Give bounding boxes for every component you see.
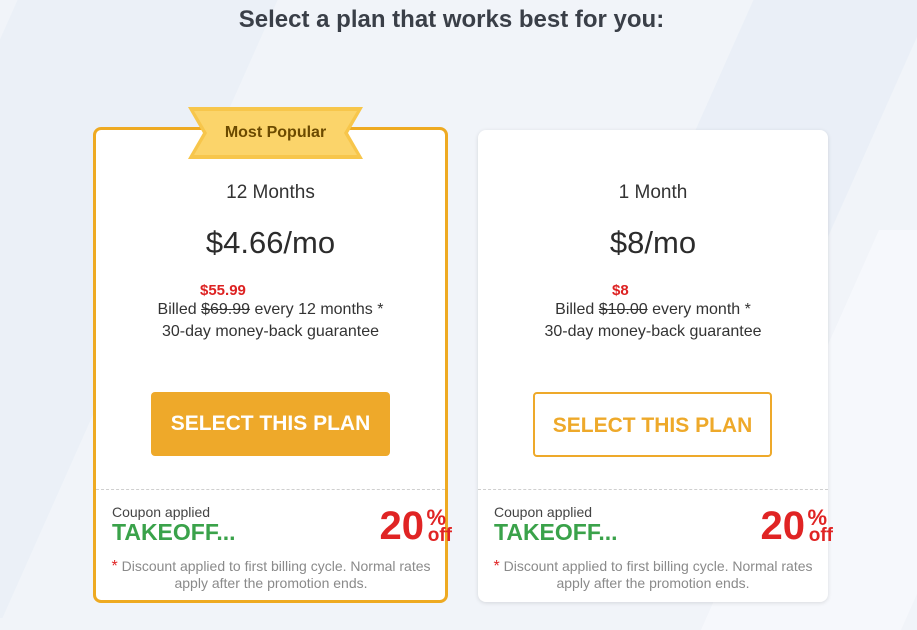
- dashed-divider: [478, 489, 828, 490]
- discount-disclaimer: * Discount applied to first billing cycl…: [106, 558, 436, 591]
- discount-badge: 20 % off: [723, 502, 834, 548]
- discount-off: off: [427, 525, 452, 546]
- billing-details: Billed $69.99 every 12 months *: [96, 301, 445, 319]
- disclaimer-asterisk: *: [111, 558, 118, 575]
- discount-number: 20: [760, 504, 806, 548]
- select-plan-button[interactable]: SELECT THIS PLAN: [151, 392, 390, 456]
- sale-price: $8: [612, 282, 629, 299]
- disclaimer-asterisk: *: [493, 558, 500, 575]
- discount-number: 20: [379, 504, 425, 548]
- discount-off: off: [808, 525, 833, 546]
- billed-prefix: Billed: [555, 301, 595, 318]
- plan-card-1-month[interactable]: 1 Month $8/mo $8 Billed $10.00 every mon…: [478, 130, 833, 602]
- plan-card-12-months[interactable]: Most Popular 12 Months $4.66/mo $55.99 B…: [93, 107, 452, 603]
- plan-term: 12 Months: [226, 182, 315, 203]
- plan-term: 1 Month: [618, 182, 688, 203]
- original-price: $10.00: [598, 301, 648, 318]
- disclaimer-text: Discount applied to first billing cycle.…: [503, 558, 813, 591]
- money-back-guarantee: 30-day money-back guarantee: [161, 323, 380, 340]
- sale-price: $55.99: [200, 282, 246, 299]
- plan-price: $4.66/mo: [205, 225, 336, 260]
- most-popular-ribbon: Most Popular: [188, 107, 363, 159]
- discount-disclaimer: * Discount applied to first billing cycl…: [488, 558, 818, 591]
- discount-badge: 20 % off: [342, 502, 453, 548]
- coupon-label: Coupon applied: [494, 504, 593, 520]
- plan-price: $8/mo: [609, 225, 697, 260]
- select-plan-button[interactable]: SELECT THIS PLAN: [533, 392, 772, 457]
- billed-prefix: Billed: [157, 301, 197, 318]
- footnote-asterisk: *: [744, 301, 751, 318]
- disclaimer-text: Discount applied to first billing cycle.…: [121, 558, 431, 591]
- billing-details: Billed $10.00 every month *: [478, 301, 828, 319]
- billed-period: every 12 months: [254, 301, 373, 318]
- footnote-asterisk: *: [377, 301, 384, 318]
- coupon-code: TAKEOFF...: [494, 519, 618, 545]
- dashed-divider: [96, 489, 445, 490]
- page-title: Select a plan that works best for you:: [238, 6, 665, 33]
- money-back-guarantee: 30-day money-back guarantee: [544, 323, 762, 340]
- original-price: $69.99: [201, 301, 251, 318]
- badge-label: Most Popular: [224, 124, 327, 141]
- coupon-label: Coupon applied: [112, 504, 211, 520]
- coupon-code: TAKEOFF...: [112, 519, 236, 545]
- billed-period: every month: [652, 301, 741, 318]
